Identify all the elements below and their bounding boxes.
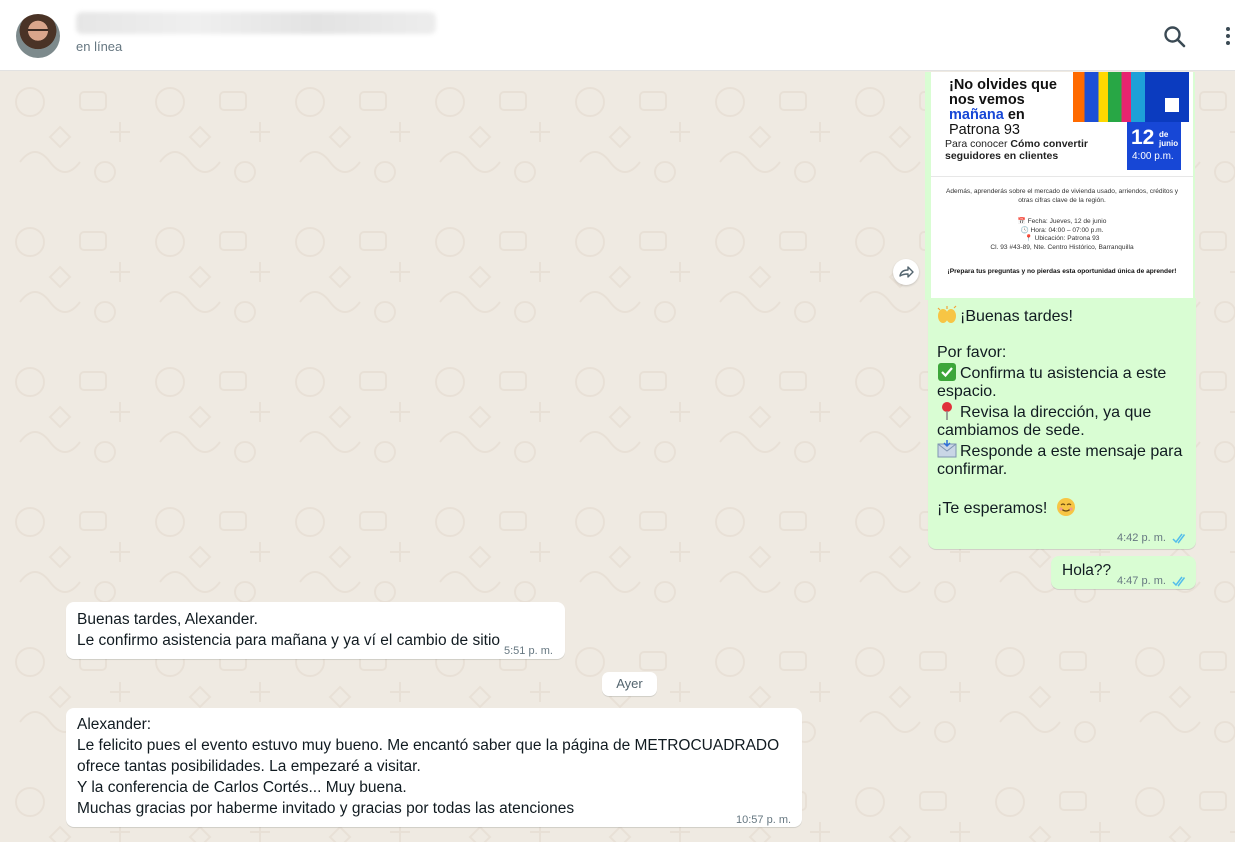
message-line-text: Confirma tu asistencia a este (960, 365, 1167, 382)
message-line: ofrece tantas posibilidades. La empezaré… (77, 758, 421, 775)
message-time: 10:57 p. m. (736, 814, 792, 826)
flyer-headline-line: Patrona 93 (949, 122, 1020, 138)
message-time-text: 4:47 p. m. (1117, 575, 1166, 587)
message-text: Buenas tardes, Alexander. Le confirmo as… (77, 609, 500, 651)
flyer-fecha: 📅 Fecha: Jueves, 12 de junio (1017, 218, 1107, 225)
flyer-headline-line: ¡No olvides que (949, 77, 1057, 93)
flyer-mosaic-square (1165, 98, 1179, 112)
flyer-mosaic-graphic (1073, 72, 1189, 122)
kebab-dot (1226, 34, 1230, 38)
flyer-headline-line: nos vemos (949, 92, 1025, 108)
message-text: Alexander: Le felicito pues el evento es… (77, 714, 779, 819)
message-line: Muchas gracias por haberme invitado y gr… (77, 800, 575, 817)
message-line: Buenas tardes, Alexander. (77, 611, 258, 628)
flyer-date-badge: 12 de junio 4:00 p.m. (1127, 122, 1181, 170)
flyer-cta: ¡Prepara tus preguntas y no pierdas esta… (947, 268, 1177, 275)
flyer-headline-highlight: mañana (949, 107, 1004, 123)
flyer-subtitle-prefix: Para conocer (945, 138, 1011, 150)
flyer-hora: 🕓 Hora: 04:00 – 07:00 p.m. (1020, 226, 1104, 234)
contact-name-blurred[interactable] (76, 12, 436, 34)
search-icon (1164, 26, 1186, 48)
read-receipt-icon (1172, 576, 1186, 587)
flyer-intro: Además, aprenderás sobre el mercado de v… (945, 188, 1178, 204)
flyer-divider (931, 176, 1193, 177)
message-time-text: 4:42 p. m. (1117, 532, 1166, 544)
flyer-details: 📅 Fecha: Jueves, 12 de junio 🕓 Hora: 04:… (941, 218, 1183, 252)
message-line-text: Revisa la dirección, ya que (960, 404, 1152, 421)
flyer-headline: ¡No olvides que nos vemos mañana en Patr… (949, 78, 1079, 138)
check-mark-button-emoji-icon (938, 363, 956, 381)
flyer-direccion: Cl. 93 #43-89, Nte. Centro Histórico, Ba… (990, 243, 1134, 251)
kebab-dot (1226, 41, 1230, 45)
message-line: espacio. (937, 383, 997, 400)
raised-hands-emoji-icon (937, 305, 957, 323)
day-separator: Ayer (602, 672, 657, 696)
forward-button[interactable] (893, 259, 919, 285)
message-text: Hola?? (1062, 562, 1112, 579)
forward-icon (899, 266, 914, 278)
flyer-date-month: de junio (1159, 130, 1179, 148)
flyer-subtitle: Para conocer Cómo convertir seguidores e… (945, 138, 1130, 162)
search-button[interactable] (1162, 24, 1188, 50)
menu-button[interactable] (1222, 24, 1234, 50)
message-incoming[interactable]: Buenas tardes, Alexander. Le confirmo as… (66, 602, 565, 659)
message-line-text: ¡Buenas tardes! (960, 308, 1073, 325)
message-line: Le felicito pues el evento estuvo muy bu… (77, 737, 780, 754)
contact-status: en línea (76, 39, 123, 54)
message-line: Confirma tu asistencia a este (937, 362, 1187, 383)
message-line: Responde a este mensaje para (937, 440, 1187, 461)
round-pushpin-emoji-icon (942, 402, 952, 420)
flyer-headline-rest: en (1003, 107, 1025, 123)
avatar-glasses (28, 29, 48, 34)
message-line-text: Responde a este mensaje para (960, 443, 1183, 460)
message-time: 4:42 p. m. (1117, 532, 1188, 544)
message-outgoing[interactable]: Hola?? 4:47 p. m. (1051, 556, 1196, 589)
message-line: cambiamos de sede. (937, 422, 1085, 439)
chat-panel[interactable]: ¡No olvides que nos vemos mañana en Patr… (0, 72, 1235, 842)
flyer-date-day: 12 (1131, 126, 1155, 149)
flyer-headline-line: mañana en (949, 108, 1079, 123)
smiling-face-emoji-icon (1056, 498, 1075, 516)
message-time: 5:51 p. m. (504, 645, 553, 657)
flyer-ubicacion: 📍 Ubicación: Patrona 93 (1024, 235, 1100, 243)
message-incoming[interactable]: Alexander: Le felicito pues el evento es… (66, 708, 802, 827)
envelope-emoji-icon (937, 440, 957, 458)
message-line: Alexander: (77, 716, 152, 733)
read-receipt-icon (1172, 533, 1186, 544)
message-line-text: ¡Te esperamos! (937, 500, 1048, 517)
message-line: ¡Buenas tardes! (937, 305, 1187, 326)
message-line: confirmar. (937, 461, 1008, 478)
kebab-menu-icon (1226, 27, 1230, 31)
flyer-date-hour: 4:00 p.m. (1132, 151, 1174, 162)
message-line: Le confirmo asistencia para mañana y ya … (77, 632, 501, 649)
message-line: Y la conferencia de Carlos Cortés... Muy… (77, 779, 407, 796)
chat-header: en línea (0, 0, 1235, 71)
message-line: ¡Te esperamos! (937, 497, 1187, 518)
message-line: Por favor: (937, 344, 1007, 361)
contact-avatar[interactable] (16, 14, 60, 58)
event-flyer-image[interactable]: ¡No olvides que nos vemos mañana en Patr… (931, 72, 1193, 298)
message-time: 4:47 p. m. (1117, 571, 1188, 592)
message-text: ¡Buenas tardes! Por favor: Confirma tu a… (937, 305, 1187, 518)
message-line: Revisa la dirección, ya que (937, 401, 1187, 422)
